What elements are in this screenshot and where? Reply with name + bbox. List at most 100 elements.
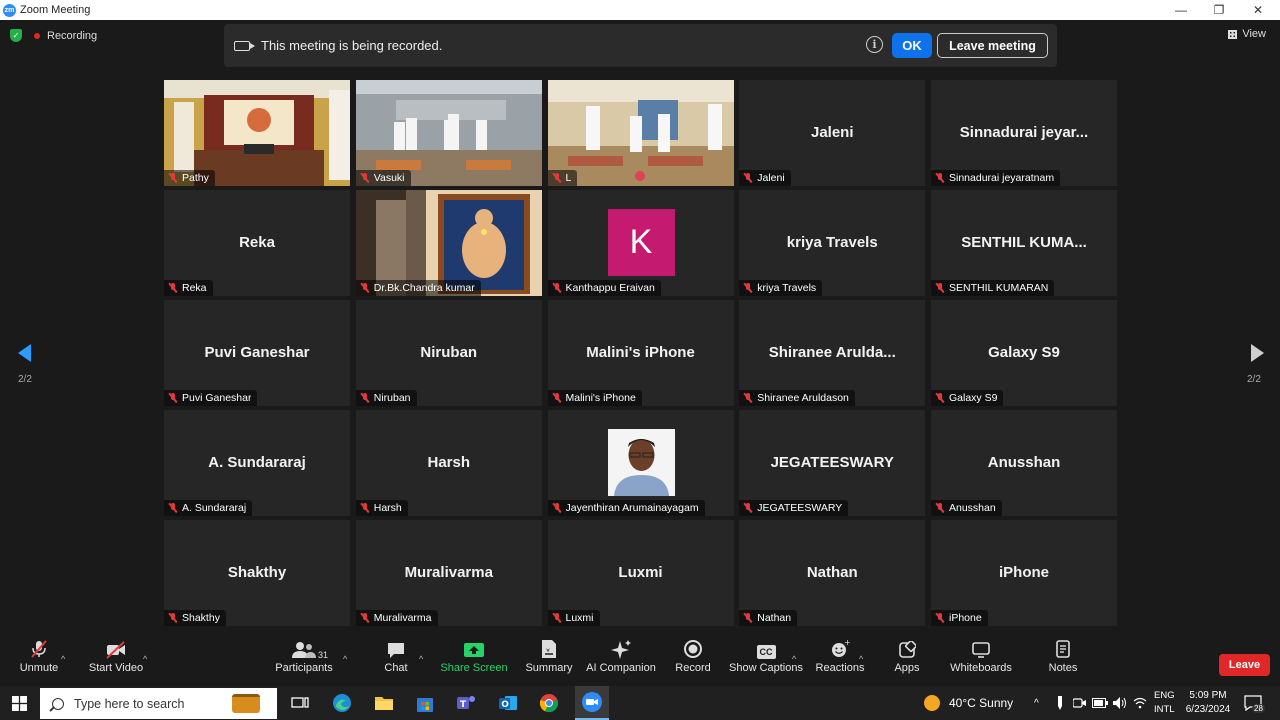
participant-tile[interactable]: Reka Reka [164, 190, 350, 296]
notes-button[interactable]: Notes [1046, 634, 1080, 686]
notifications-button[interactable]: 28 [1244, 686, 1265, 720]
record-label: Record [675, 662, 711, 674]
participant-tile[interactable]: kriya Travels kriya Travels [739, 190, 926, 296]
microsoft-store-icon[interactable] [413, 691, 437, 715]
weather-widget[interactable]: 40°C Sunny [924, 686, 1013, 720]
captions-options-caret-icon[interactable]: ^ [792, 654, 796, 664]
participant-name-tag: Jayenthiran Arumainayagam [547, 500, 705, 516]
participant-tile[interactable]: Shakthy Shakthy [164, 520, 350, 626]
close-button[interactable]: ✕ [1239, 0, 1277, 20]
participant-tile[interactable]: A. Sundararaj A. Sundararaj [164, 410, 350, 516]
participant-name-tag: JEGATEESWARY [739, 500, 849, 516]
participant-name-tag: SENTHIL KUMARAN [931, 280, 1055, 296]
summary-button[interactable]: Summary [524, 634, 574, 686]
microphone-muted-icon [361, 283, 369, 293]
minimize-button[interactable]: — [1162, 0, 1200, 20]
leave-button[interactable]: Leave [1219, 654, 1270, 676]
participant-tile[interactable]: Puvi Ganeshar Puvi Ganeshar [164, 300, 350, 406]
participant-display-name: Shakthy [227, 564, 287, 581]
previous-page-arrow-icon[interactable] [15, 343, 35, 363]
participant-display-name: Niruban [420, 344, 478, 361]
participant-name: Reka [182, 282, 207, 294]
participant-name: Anusshan [949, 502, 996, 514]
input-language-indicator[interactable]: ENG INTL [1154, 689, 1175, 717]
wifi-icon[interactable] [1133, 686, 1147, 720]
chat-button[interactable]: Chat [380, 634, 412, 686]
unmute-button[interactable]: Unmute [16, 634, 62, 686]
next-page-arrow-icon[interactable] [1247, 343, 1267, 363]
participant-tile[interactable]: L [547, 80, 734, 186]
participant-tile[interactable]: iPhone iPhone [931, 520, 1117, 626]
outlook-icon[interactable]: O [496, 691, 520, 715]
info-icon[interactable]: i [866, 36, 883, 53]
participants-button[interactable]: Participants [275, 634, 333, 686]
file-explorer-icon[interactable] [372, 691, 396, 715]
participant-tile[interactable]: Shiranee Arulda... Shiranee Aruldason [739, 300, 926, 406]
whiteboards-button[interactable]: Whiteboards [950, 634, 1012, 686]
recording-indicator[interactable]: Recording [34, 28, 97, 44]
teams-icon[interactable]: T [454, 691, 478, 715]
windows-start-icon[interactable] [12, 696, 27, 711]
participant-tile[interactable]: Anusshan Anusshan [931, 410, 1117, 516]
zoom-logo-icon: zm [3, 3, 16, 17]
participant-tile[interactable]: Vasuki [355, 80, 542, 186]
participant-tile[interactable]: K Kanthappu Eraivan [547, 190, 734, 296]
share-screen-button[interactable]: Share Screen [440, 634, 508, 686]
record-button[interactable]: Record [673, 634, 713, 686]
volume-icon[interactable] [1113, 686, 1127, 720]
participant-tile[interactable]: Jayenthiran Arumainayagam [547, 410, 734, 516]
participant-name: Shiranee Aruldason [757, 392, 849, 404]
search-placeholder: Type here to search [74, 696, 185, 711]
participant-tile[interactable]: Galaxy S9 Galaxy S9 [931, 300, 1117, 406]
edge-browser-icon[interactable] [330, 691, 354, 715]
participant-name-tag: Malini's iPhone [547, 390, 642, 406]
participant-tile[interactable]: SENTHIL KUMA... SENTHIL KUMARAN [931, 190, 1117, 296]
start-video-button[interactable]: Start Video [88, 634, 144, 686]
video-options-caret-icon[interactable]: ^ [143, 654, 147, 664]
participant-tile[interactable]: Harsh Harsh [355, 410, 542, 516]
video-camera-icon [234, 40, 255, 51]
ok-button[interactable]: OK [892, 33, 932, 58]
search-icon [52, 697, 64, 710]
security-shield-icon[interactable]: ✓ [10, 29, 22, 42]
reactions-options-caret-icon[interactable]: ^ [859, 654, 863, 664]
battery-icon[interactable] [1092, 686, 1108, 720]
participant-tile[interactable]: Nathan Nathan [739, 520, 926, 626]
chrome-icon[interactable] [537, 691, 561, 715]
meeting-toolbar: Unmute ^ Start Video ^ Participants 31 ^… [0, 634, 1280, 686]
zoom-taskbar-icon[interactable] [575, 686, 609, 720]
system-clock[interactable]: 5:09 PM 6/23/2024 [1184, 689, 1232, 717]
participant-tile[interactable]: Luxmi Luxmi [547, 520, 734, 626]
participant-tile[interactable]: Muralivarma Muralivarma [355, 520, 542, 626]
participants-options-caret-icon[interactable]: ^ [343, 654, 347, 664]
view-button[interactable]: View [1228, 28, 1266, 40]
participant-tile[interactable]: Sinnadurai jeyar... Sinnadurai jeyaratnam [931, 80, 1117, 186]
show-captions-button[interactable]: CC Show Captions [729, 634, 803, 686]
start-video-label: Start Video [88, 662, 144, 674]
participant-tile[interactable]: Pathy [164, 80, 350, 186]
participant-tile[interactable]: Jaleni Jaleni [739, 80, 926, 186]
participant-tile[interactable]: Malini's iPhone Malini's iPhone [547, 300, 734, 406]
participant-name: SENTHIL KUMARAN [949, 282, 1049, 294]
briefcase-icon[interactable] [232, 694, 260, 713]
apps-button[interactable]: Apps [893, 634, 921, 686]
taskbar-search-box[interactable]: Type here to search [40, 688, 277, 719]
show-hidden-icons-chevron-icon[interactable]: ^ [1034, 686, 1039, 720]
microphone-muted-icon [744, 503, 752, 513]
participant-name: A. Sundararaj [182, 502, 247, 514]
microphone-muted-icon [936, 503, 944, 513]
participant-display-name: A. Sundararaj [208, 454, 306, 471]
participant-name-tag: Sinnadurai jeyaratnam [931, 170, 1061, 186]
chat-options-caret-icon[interactable]: ^ [419, 654, 423, 664]
ai-companion-button[interactable]: AI Companion [586, 634, 656, 686]
participant-tile[interactable]: Niruban Niruban [355, 300, 542, 406]
reactions-button[interactable]: + Reactions [816, 634, 865, 686]
audio-options-caret-icon[interactable]: ^ [61, 654, 65, 664]
leave-meeting-button[interactable]: Leave meeting [937, 33, 1048, 58]
participant-tile[interactable]: Dr.Bk.Chandra kumar [355, 190, 542, 296]
pen-icon[interactable] [1055, 686, 1065, 720]
participant-tile[interactable]: JEGATEESWARY JEGATEESWARY [739, 410, 926, 516]
meet-now-icon[interactable] [1073, 686, 1087, 720]
maximize-button[interactable]: ❐ [1200, 0, 1238, 20]
task-view-icon[interactable] [288, 691, 312, 715]
